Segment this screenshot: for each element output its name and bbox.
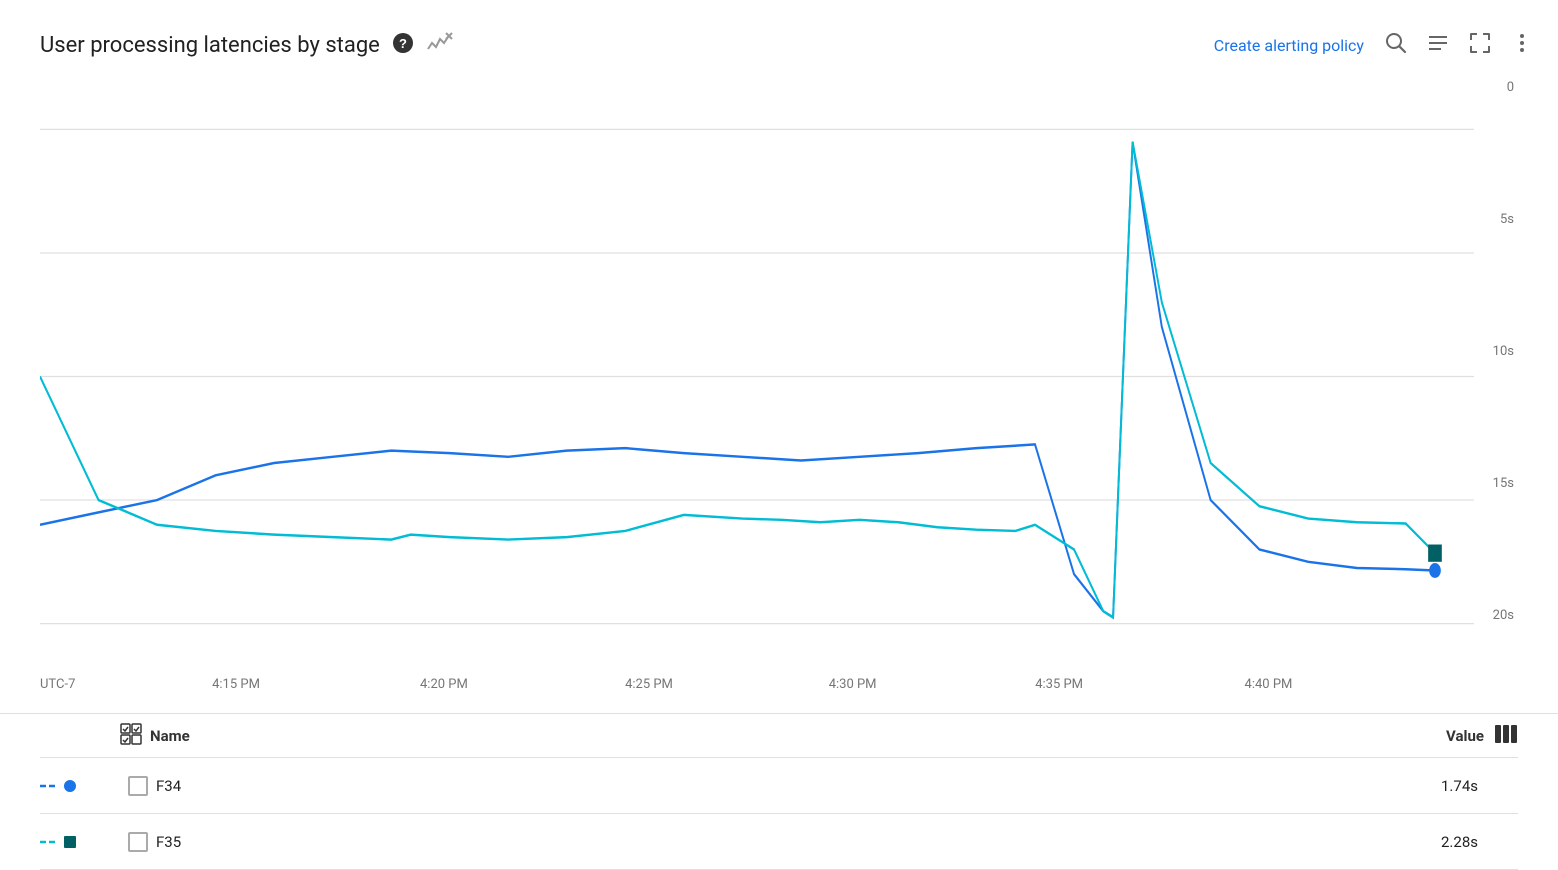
y-axis-labels: 20s 15s 10s 5s 0	[1478, 80, 1518, 633]
x-axis-row: UTC-7 4:15 PM 4:20 PM 4:25 PM 4:30 PM 4:…	[40, 673, 1474, 713]
x-label-415: 4:15 PM	[212, 677, 260, 692]
chart-container: User processing latencies by stage ? Cre…	[0, 0, 1558, 870]
x-label-435: 4:35 PM	[1035, 677, 1083, 692]
y-label-5: 5s	[1478, 212, 1518, 227]
fullscreen-icon[interactable]	[1468, 31, 1492, 60]
create-alerting-link[interactable]: Create alerting policy	[1214, 36, 1364, 55]
f34-indicator	[40, 776, 120, 796]
chart-header: User processing latencies by stage ? Cre…	[0, 0, 1558, 80]
y-label-0: 0	[1478, 80, 1518, 95]
f35-value: 2.28s	[1441, 833, 1478, 851]
f35-name: F35	[148, 833, 1441, 851]
x-label-425: 4:25 PM	[625, 677, 673, 692]
f35-checkbox[interactable]	[128, 832, 148, 852]
chart-svg: 20s 15s 10s 5s 0	[40, 80, 1518, 673]
trend-icon[interactable]	[426, 31, 454, 60]
svg-text:?: ?	[399, 36, 407, 51]
columns-icon[interactable]	[1494, 724, 1518, 748]
f34-value: 1.74s	[1441, 777, 1478, 795]
x-label-utc7: UTC-7	[40, 677, 75, 692]
header-actions	[1384, 31, 1534, 60]
chart-area: 20s 15s 10s 5s 0 UTC-7 4:15 PM 4:20 PM 4…	[0, 80, 1558, 713]
y-label-15: 15s	[1478, 476, 1518, 491]
legend-table: Name Value	[0, 713, 1558, 870]
f34-line	[40, 142, 1435, 618]
legend-header-row: Name Value	[40, 714, 1518, 758]
x-label-430: 4:30 PM	[829, 677, 877, 692]
legend-name-header: Name	[150, 727, 190, 745]
y-label-10: 10s	[1478, 344, 1518, 359]
f34-endpoint	[1429, 563, 1441, 578]
legend-toggle-icon[interactable]	[120, 723, 142, 749]
filter-icon[interactable]	[1426, 31, 1450, 60]
f34-name: F34	[148, 777, 1441, 795]
legend-value-header: Value	[1446, 727, 1484, 745]
help-icon[interactable]: ?	[392, 32, 414, 59]
legend-row-f34: F34 1.74s	[40, 758, 1518, 814]
chart-title: User processing latencies by stage	[40, 33, 380, 58]
x-label-420: 4:20 PM	[420, 677, 468, 692]
f35-indicator	[40, 832, 120, 852]
y-label-20: 20s	[1478, 608, 1518, 623]
f35-line	[40, 142, 1435, 618]
f35-endpoint	[1428, 545, 1442, 562]
more-options-icon[interactable]	[1510, 31, 1534, 60]
f34-checkbox[interactable]	[128, 776, 148, 796]
legend-row-f35: F35 2.28s	[40, 814, 1518, 870]
search-icon[interactable]	[1384, 31, 1408, 60]
x-label-440: 4:40 PM	[1245, 677, 1293, 692]
